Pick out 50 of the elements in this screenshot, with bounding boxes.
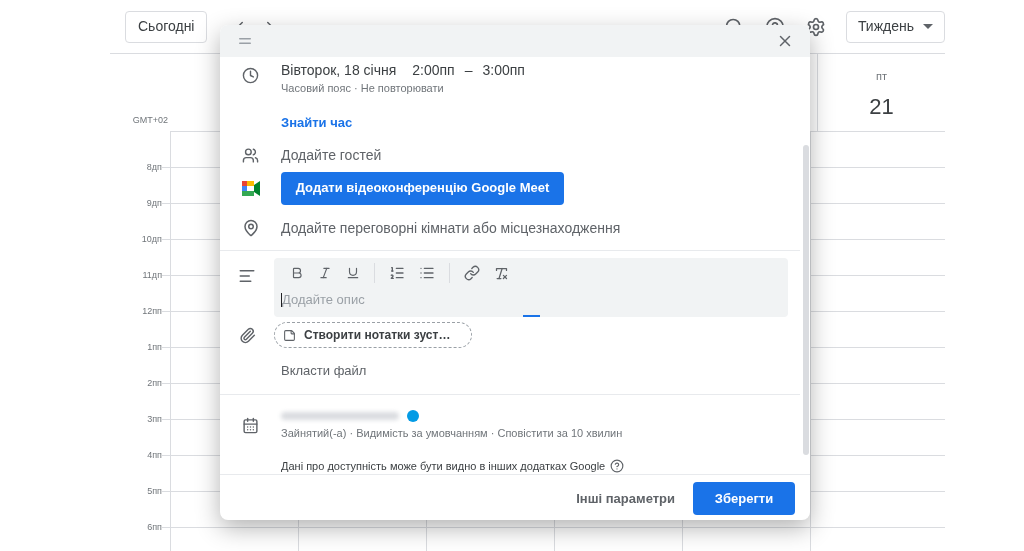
guests-icon: [242, 146, 259, 164]
hour-label: 10дп: [141, 233, 162, 245]
time-dash: –: [464, 61, 473, 79]
day-number: 21: [869, 92, 894, 121]
hour-label: 1пп: [147, 341, 162, 353]
settings-icon[interactable]: [805, 16, 826, 37]
hour-label: 5пп: [147, 485, 162, 497]
hour-label: 8дп: [146, 161, 162, 173]
clear-formatting-icon[interactable]: [494, 265, 509, 281]
hour-label: 3пп: [147, 413, 162, 425]
time-options[interactable]: Часовий пояс · Не повторювати: [281, 80, 525, 97]
calendar-icon: [242, 417, 259, 434]
guests-field[interactable]: Додайте гостей: [281, 144, 382, 166]
availability-note: Дані про доступність може бути видно в інших додатках Google: [281, 458, 606, 474]
underline-icon[interactable]: [346, 266, 360, 280]
today-button[interactable]: Сьогодні: [125, 10, 208, 43]
event-date[interactable]: Вівторок, 18 січня: [281, 61, 397, 79]
timezone-label: GMT+02: [132, 113, 168, 127]
help-icon[interactable]: [610, 458, 625, 473]
view-select[interactable]: Тиждень: [845, 10, 945, 43]
hour-label: 11дп: [142, 269, 162, 281]
attach-file-link[interactable]: Вкласти файл: [281, 361, 367, 381]
description-placeholder: Додайте опис: [282, 291, 365, 309]
numbered-list-icon[interactable]: [389, 265, 405, 281]
location-field[interactable]: Додайте переговорні кімнати або місцезнаходження: [281, 217, 621, 239]
event-settings[interactable]: Зайнятий(-а) · Видимість за умовчанням · Сповістити за 10 хвилин: [281, 425, 625, 442]
notes-icon: [283, 328, 296, 342]
location-icon: [241, 219, 260, 237]
italic-icon[interactable]: [318, 266, 332, 280]
weekday-label: пт: [876, 69, 887, 84]
hour-label: 9дп: [146, 197, 162, 209]
more-options-button[interactable]: Інші параметри: [572, 482, 679, 515]
meet-button[interactable]: Додати відеоконференцію Google Meet: [281, 171, 564, 205]
hour-label: 12пп: [142, 305, 162, 317]
link-icon[interactable]: [464, 265, 480, 281]
video-camera-icon: [241, 180, 260, 196]
end-time[interactable]: 3:00пп: [482, 61, 525, 79]
bold-icon[interactable]: [290, 266, 304, 280]
find-time-link[interactable]: Знайти час: [281, 112, 525, 132]
save-button[interactable]: Зберегти: [693, 482, 795, 515]
bulleted-list-icon[interactable]: [419, 265, 435, 281]
description-icon: [238, 267, 256, 285]
hour-label: 6пп: [147, 521, 162, 533]
attachment-icon: [238, 326, 256, 344]
hour-label: 2пп: [147, 377, 162, 389]
scrollbar[interactable]: [803, 145, 809, 455]
clock-icon: [242, 67, 259, 84]
hour-label: 4пп: [147, 449, 162, 461]
dropdown-icon: [923, 24, 933, 29]
start-time[interactable]: 2:00пп: [412, 61, 455, 79]
